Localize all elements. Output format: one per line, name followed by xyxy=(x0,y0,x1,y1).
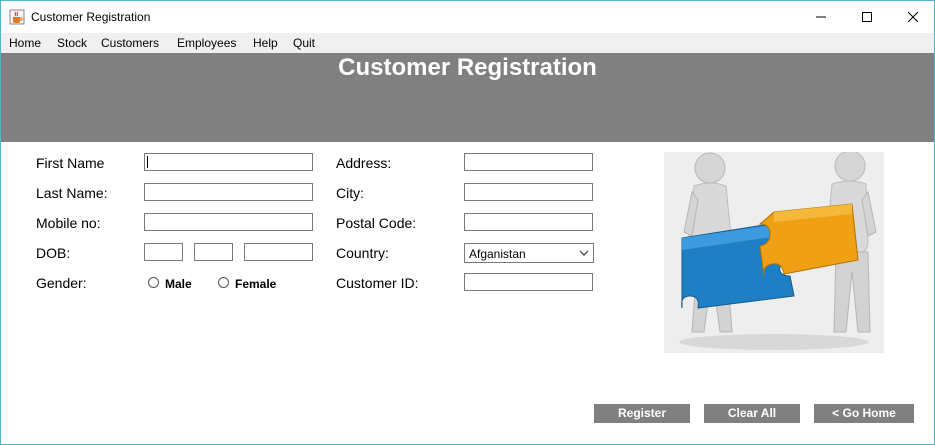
first-name-field[interactable] xyxy=(144,153,313,171)
country-selected-value: Afganistan xyxy=(469,247,526,261)
app-window: Customer Registration Home Stock Custome… xyxy=(0,0,935,445)
clear-all-button[interactable]: Clear All xyxy=(704,404,800,423)
puzzle-teamwork-illustration xyxy=(664,150,884,353)
window-title: Customer Registration xyxy=(31,10,151,24)
minimize-button[interactable] xyxy=(798,1,844,33)
dob-year-field[interactable] xyxy=(244,243,313,261)
gender-label: Gender: xyxy=(36,275,87,291)
customer-id-field[interactable] xyxy=(464,273,593,291)
dob-label: DOB: xyxy=(36,245,71,261)
female-radio[interactable] xyxy=(218,277,229,288)
customer-id-label: Customer ID: xyxy=(336,275,419,291)
dob-day-field[interactable] xyxy=(144,243,183,261)
postal-code-field[interactable] xyxy=(464,213,593,231)
header-banner: Customer Registration xyxy=(1,53,934,142)
register-button[interactable]: Register xyxy=(594,404,690,423)
mobile-label: Mobile no: xyxy=(36,215,101,231)
minimize-icon xyxy=(816,16,826,18)
menu-quit[interactable]: Quit xyxy=(293,36,315,50)
last-name-label: Last Name: xyxy=(36,185,108,201)
close-button[interactable] xyxy=(890,1,934,33)
address-field[interactable] xyxy=(464,153,593,171)
menu-bar: Home Stock Customers Employees Help Quit xyxy=(1,33,934,53)
menu-home[interactable]: Home xyxy=(9,36,41,50)
postal-code-label: Postal Code: xyxy=(336,215,417,231)
close-icon xyxy=(908,12,918,22)
country-select[interactable]: Afganistan xyxy=(464,243,594,263)
chevron-down-icon xyxy=(579,250,589,256)
menu-employees[interactable]: Employees xyxy=(177,36,236,50)
address-label: Address: xyxy=(336,155,392,171)
go-home-button[interactable]: < Go Home xyxy=(814,404,914,423)
maximize-icon xyxy=(862,12,872,22)
text-caret xyxy=(147,156,148,168)
female-radio-label[interactable]: Female xyxy=(235,277,276,291)
mobile-field[interactable] xyxy=(144,213,313,231)
menu-customers[interactable]: Customers xyxy=(101,36,159,50)
city-field[interactable] xyxy=(464,183,593,201)
java-cup-icon xyxy=(9,9,25,25)
dob-month-field[interactable] xyxy=(194,243,233,261)
menu-help[interactable]: Help xyxy=(253,36,278,50)
first-name-label: First Name xyxy=(36,155,105,171)
country-label: Country: xyxy=(336,245,389,261)
illustration-graphic xyxy=(664,150,884,353)
last-name-field[interactable] xyxy=(144,183,313,201)
page-title: Customer Registration xyxy=(338,54,597,81)
maximize-button[interactable] xyxy=(844,1,890,33)
title-bar: Customer Registration xyxy=(1,1,934,33)
city-label: City: xyxy=(336,185,364,201)
male-radio[interactable] xyxy=(148,277,159,288)
male-radio-label[interactable]: Male xyxy=(165,277,192,291)
menu-stock[interactable]: Stock xyxy=(57,36,87,50)
